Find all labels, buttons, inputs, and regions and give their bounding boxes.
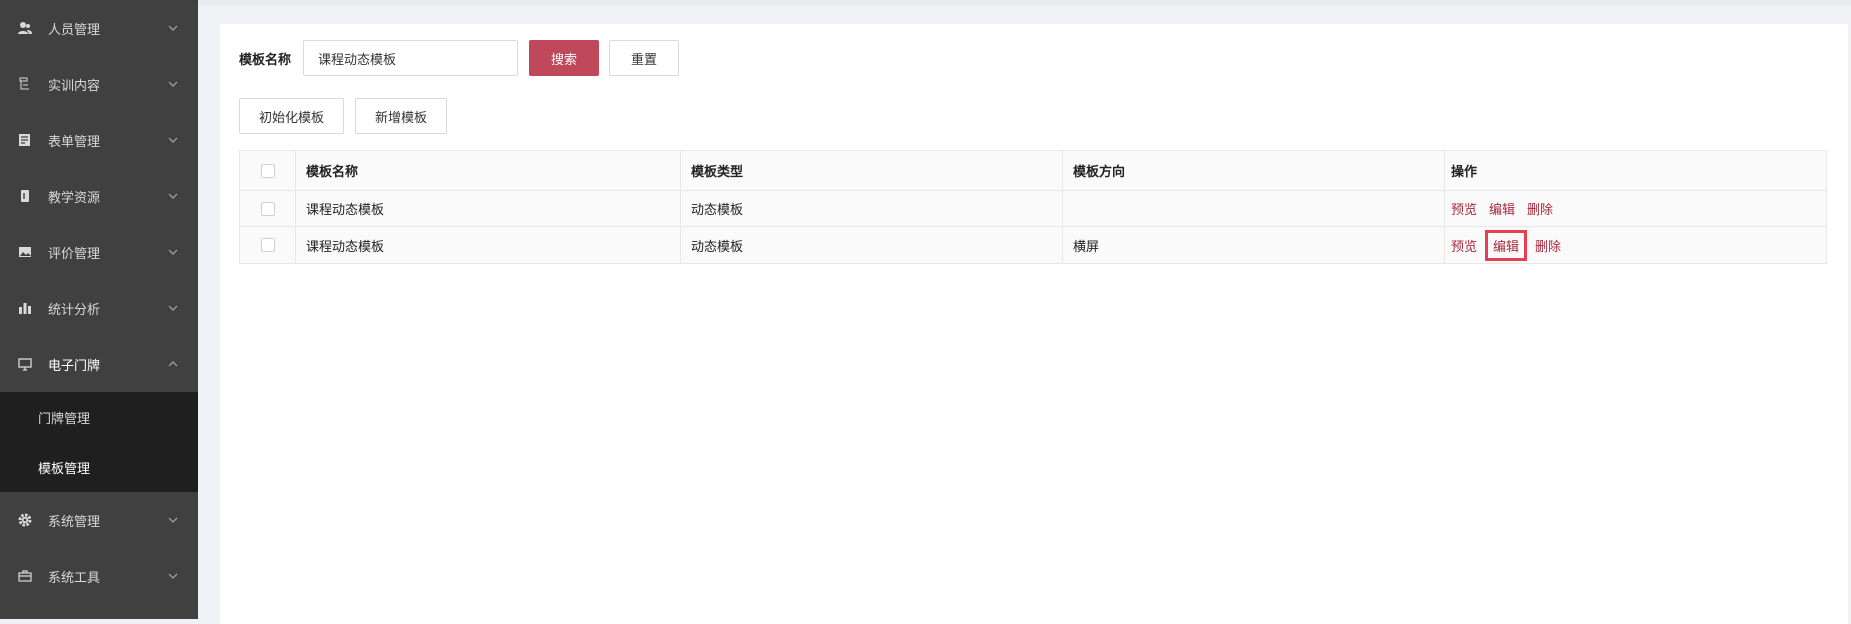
sidebar-submenu: 门牌管理 模板管理 — [0, 392, 198, 492]
delete-link[interactable]: 删除 — [1535, 236, 1561, 255]
cell-operations: 预览 编辑 删除 — [1445, 227, 1826, 263]
template-table: 模板名称 模板类型 模板方向 操作 课程动态模板 动态模板 预览 编辑 删除 课… — [239, 150, 1827, 264]
chevron-down-icon — [168, 573, 178, 579]
sidebar-item-doorplate[interactable]: 电子门牌 — [0, 336, 198, 392]
list-icon — [18, 77, 32, 91]
gear-icon — [18, 513, 32, 527]
row-checkbox[interactable] — [260, 201, 275, 216]
preview-link[interactable]: 预览 — [1451, 199, 1477, 218]
table-row: 课程动态模板 动态模板 横屏 预览 编辑 删除 — [240, 227, 1826, 263]
sidebar-item-label: 评价管理 — [48, 246, 101, 262]
monitor-icon — [18, 357, 32, 371]
sidebar-item-statistics[interactable]: 统计分析 — [0, 280, 198, 336]
sidebar-subitem-template-management[interactable]: 模板管理 — [0, 442, 198, 492]
select-all-checkbox[interactable] — [260, 163, 275, 178]
cell-template-direction — [1063, 191, 1445, 226]
cell-template-type: 动态模板 — [681, 191, 1063, 226]
sidebar-item-label: 教学资源 — [48, 190, 101, 206]
sidebar-item-personnel[interactable]: 人员管理 — [0, 0, 198, 56]
table-row: 课程动态模板 动态模板 预览 编辑 删除 — [240, 191, 1826, 227]
action-toolbar: 初始化模板 新增模板 — [239, 98, 458, 134]
sidebar-item-training[interactable]: 实训内容 — [0, 56, 198, 112]
chevron-down-icon — [168, 305, 178, 311]
chevron-down-icon — [168, 81, 178, 87]
column-header: 模板方向 — [1063, 151, 1445, 190]
sidebar-item-label: 系统管理 — [48, 514, 101, 530]
sidebar-item-forms[interactable]: 表单管理 — [0, 112, 198, 168]
main-content: 模板名称 搜索 重置 初始化模板 新增模板 模板名称 模板类型 模板方向 操作 … — [220, 24, 1848, 624]
sidebar: 人员管理 实训内容 表单管理 教学资源 评价管理 统计分析 电子门牌 门牌管理 … — [0, 0, 198, 619]
image-icon — [18, 245, 32, 259]
column-header: 操作 — [1451, 165, 1478, 180]
sidebar-item-resources[interactable]: 教学资源 — [0, 168, 198, 224]
column-header: 模板类型 — [681, 151, 1063, 190]
sidebar-item-label: 表单管理 — [48, 134, 101, 150]
book-icon — [18, 189, 32, 203]
bar-chart-icon — [18, 301, 32, 315]
top-strip — [198, 0, 1851, 6]
sidebar-item-label: 实训内容 — [48, 78, 101, 94]
cell-template-type: 动态模板 — [681, 227, 1063, 263]
cell-template-name: 课程动态模板 — [296, 227, 681, 263]
form-icon — [18, 133, 32, 147]
chevron-down-icon — [168, 193, 178, 199]
chevron-down-icon — [168, 249, 178, 255]
sidebar-item-label: 系统工具 — [48, 570, 101, 586]
preview-link[interactable]: 预览 — [1451, 236, 1477, 255]
search-button[interactable]: 搜索 — [529, 40, 600, 76]
search-bar: 模板名称 搜索 重置 — [239, 40, 680, 76]
sidebar-item-label: 人员管理 — [48, 22, 101, 38]
users-icon — [18, 21, 32, 35]
cell-template-name: 课程动态模板 — [296, 191, 681, 226]
chevron-down-icon — [168, 25, 178, 31]
sidebar-subitem-doorplate-management[interactable]: 门牌管理 — [0, 392, 198, 442]
cell-template-direction: 横屏 — [1063, 227, 1445, 263]
row-checkbox[interactable] — [260, 238, 275, 252]
chevron-down-icon — [168, 137, 178, 143]
edit-link[interactable]: 编辑 — [1485, 229, 1528, 261]
sidebar-item-label: 统计分析 — [48, 302, 101, 318]
reset-button[interactable]: 重置 — [609, 40, 680, 76]
table-header: 模板名称 模板类型 模板方向 操作 — [240, 151, 1826, 191]
sidebar-item-system-management[interactable]: 系统管理 — [0, 492, 198, 548]
init-template-button[interactable]: 初始化模板 — [239, 98, 345, 134]
search-label: 模板名称 — [239, 52, 292, 68]
briefcase-icon — [18, 569, 32, 583]
add-template-button[interactable]: 新增模板 — [355, 98, 448, 134]
chevron-down-icon — [168, 517, 178, 523]
column-header: 模板名称 — [296, 151, 681, 190]
cell-operations: 预览 编辑 删除 — [1445, 191, 1826, 226]
edit-link[interactable]: 编辑 — [1489, 199, 1515, 218]
delete-link[interactable]: 删除 — [1527, 199, 1553, 218]
sidebar-item-label: 电子门牌 — [48, 358, 101, 374]
chevron-up-icon — [168, 361, 178, 367]
sidebar-item-evaluation[interactable]: 评价管理 — [0, 224, 198, 280]
template-name-input[interactable] — [303, 40, 519, 76]
sidebar-item-system-tools[interactable]: 系统工具 — [0, 548, 198, 604]
